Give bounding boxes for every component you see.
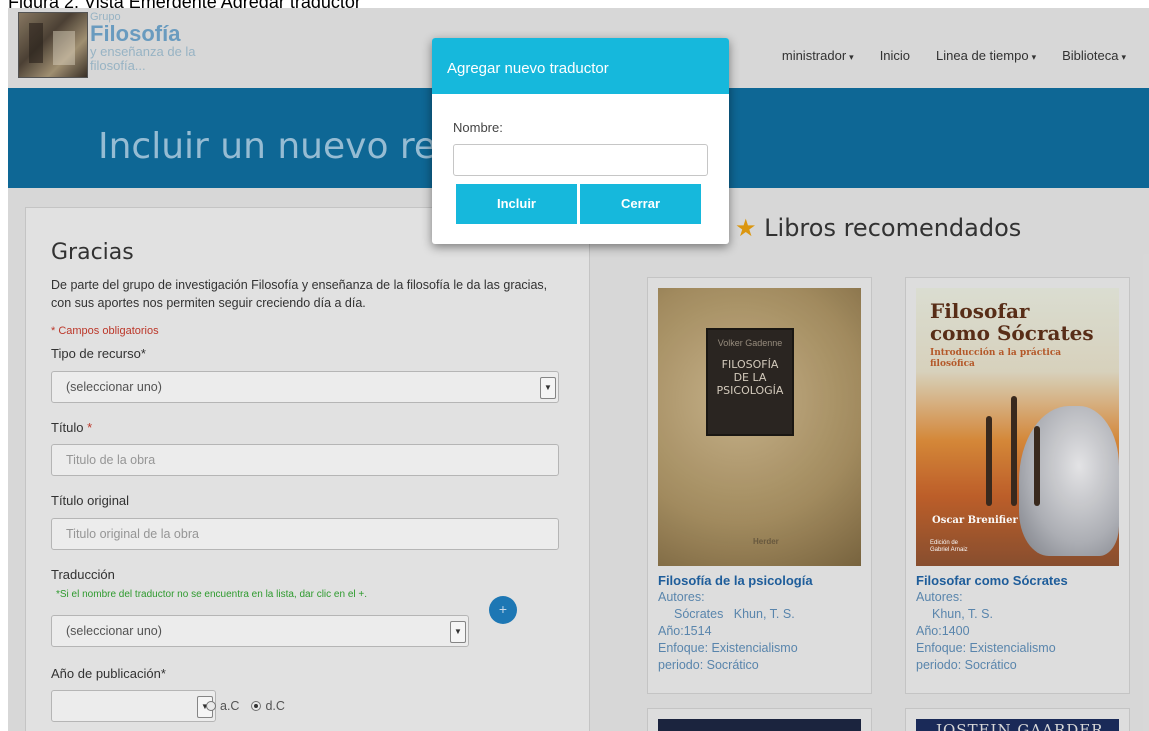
add-translator-modal: Agregar nuevo traductor Nombre: Incluir … [432, 38, 729, 244]
modal-title: Agregar nuevo traductor [432, 38, 729, 94]
page: Grupo Filosofía y enseñanza de la filoso… [8, 8, 1149, 731]
name-label: Nombre: [453, 120, 503, 135]
name-input[interactable] [453, 144, 708, 176]
include-button[interactable]: Incluir [456, 184, 577, 224]
close-button[interactable]: Cerrar [580, 184, 701, 224]
